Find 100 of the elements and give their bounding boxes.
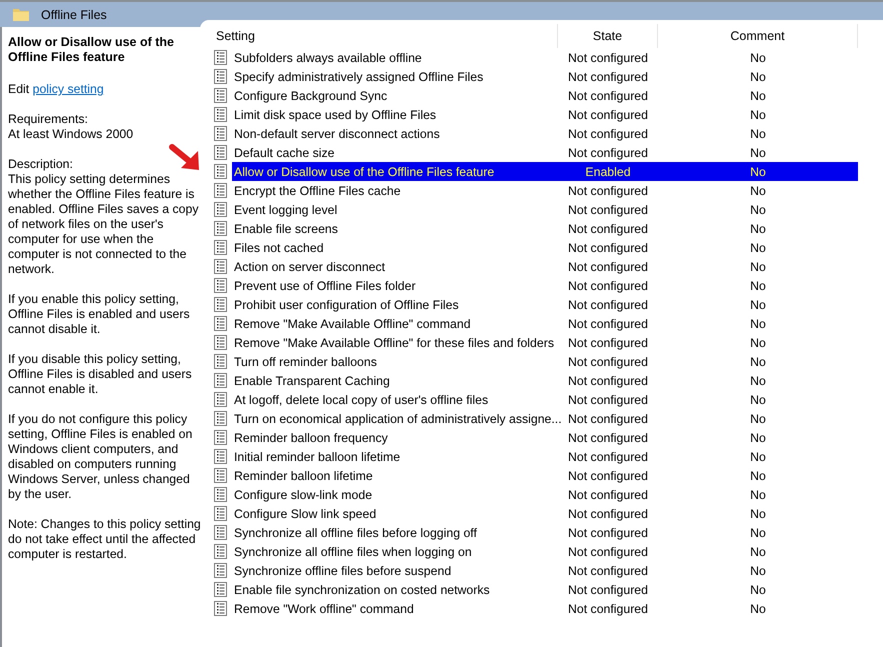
setting-name: Remove "Make Available Offline" for these files and folders xyxy=(233,336,555,350)
settings-row[interactable]: Enable file synchronization on costed networks Not configured No xyxy=(232,580,858,599)
comment-cell-text: No xyxy=(749,526,767,540)
setting-name: Reminder balloon lifetime xyxy=(233,468,374,482)
comment-cell-text: No xyxy=(749,412,767,426)
setting-name: Allow or Disallow use of the Offline Files feature xyxy=(233,164,496,178)
policy-setting-link[interactable]: policy setting xyxy=(32,82,104,96)
policy-icon xyxy=(214,50,227,65)
comment-cell-text: No xyxy=(749,278,767,292)
settings-row[interactable]: Prohibit user configuration of Offline Files Not configured No xyxy=(232,295,858,314)
comment-cell-text: No xyxy=(749,392,767,406)
state-cell-text: Not configured xyxy=(567,468,649,482)
policy-icon xyxy=(214,221,227,236)
setting-name: Remove "Make Available Offline" command xyxy=(233,316,472,330)
state-cell-text: Not configured xyxy=(567,202,649,216)
policy-icon xyxy=(214,88,227,103)
setting-name: Synchronize all offline files before logging off xyxy=(233,526,478,540)
settings-row[interactable]: Synchronize offline files before suspend Not configured No xyxy=(232,561,858,580)
state-cell-text: Not configured xyxy=(567,582,649,596)
setting-name: Enable file synchronization on costed networks xyxy=(233,582,491,596)
column-header[interactable]: Comment xyxy=(658,24,858,48)
comment-cell-text: No xyxy=(749,336,767,350)
comment-cell-text: No xyxy=(749,450,767,464)
policy-icon xyxy=(214,183,227,198)
settings-row[interactable]: Remove "Work offline" command Not configured No xyxy=(232,599,858,618)
setting-name: Enable Transparent Caching xyxy=(233,374,391,388)
policy-icon xyxy=(214,544,227,559)
comment-cell-text: No xyxy=(749,164,767,178)
policy-icon xyxy=(214,69,227,84)
state-cell-text: Not configured xyxy=(567,298,649,312)
state-cell-text: Not configured xyxy=(567,526,649,540)
settings-row[interactable]: Configure Slow link speed Not configured No xyxy=(232,504,858,523)
settings-row[interactable]: Synchronize all offline files before logging off Not configured No xyxy=(232,523,858,542)
comment-cell-text: No xyxy=(749,468,767,482)
settings-row[interactable]: Enable Transparent Caching Not configured No xyxy=(232,371,858,390)
policy-icon xyxy=(214,430,227,445)
state-cell-text: Not configured xyxy=(567,544,649,558)
setting-name: Specify administratively assigned Offline Files xyxy=(233,70,484,84)
comment-cell-text: No xyxy=(749,108,767,122)
policy-icon xyxy=(214,335,227,350)
settings-row[interactable]: Non-default server disconnect actions Not configured No xyxy=(232,124,858,143)
settings-row[interactable]: Allow or Disallow use of the Offline Files feature Enabled No xyxy=(232,162,858,181)
comment-cell-text: No xyxy=(749,70,767,84)
policy-icon xyxy=(214,126,227,141)
settings-row[interactable]: Files not cached Not configured No xyxy=(232,238,858,257)
settings-row[interactable]: Reminder balloon frequency Not configured No xyxy=(232,428,858,447)
settings-row[interactable]: Enable file screens Not configured No xyxy=(232,219,858,238)
settings-row[interactable]: Action on server disconnect Not configured No xyxy=(232,257,858,276)
comment-cell-text: No xyxy=(749,260,767,274)
comment-cell-text: No xyxy=(749,506,767,520)
settings-row[interactable]: Configure Background Sync Not configured No xyxy=(232,86,858,105)
state-cell-text: Not configured xyxy=(567,88,649,102)
policy-icon xyxy=(214,316,227,331)
settings-row[interactable]: Turn on economical application of administratively assigne... Not configured No xyxy=(232,409,858,428)
state-cell-text: Not configured xyxy=(567,488,649,502)
comment-cell-text: No xyxy=(749,146,767,160)
state-cell-text: Not configured xyxy=(567,412,649,426)
setting-name: Action on server disconnect xyxy=(233,260,386,274)
policy-icon xyxy=(214,468,227,483)
setting-name: Synchronize all offline files when logging on xyxy=(233,544,473,558)
comment-cell-text: No xyxy=(749,50,767,64)
setting-name: Configure Slow link speed xyxy=(233,506,378,520)
comment-cell-text: No xyxy=(749,544,767,558)
state-cell-text: Not configured xyxy=(567,222,649,236)
settings-row[interactable]: Event logging level Not configured No xyxy=(232,200,858,219)
settings-row[interactable]: Remove "Make Available Offline" for these files and folders Not configured No xyxy=(232,333,858,352)
settings-row[interactable]: Limit disk space used by Offline Files Not configured No xyxy=(232,105,858,124)
settings-row[interactable]: Synchronize all offline files when logging on Not configured No xyxy=(232,542,858,561)
policy-icon xyxy=(214,354,227,369)
setting-name: Remove "Work offline" command xyxy=(233,602,415,616)
settings-row[interactable]: Specify administratively assigned Offline Files Not configured No xyxy=(232,67,858,86)
description-text: If you disable this policy setting, Offline Files is disabled and users cannot enable it. xyxy=(8,352,193,397)
setting-name: At logoff, delete local copy of user's offline files xyxy=(233,392,490,406)
comment-cell-text: No xyxy=(749,602,767,616)
comment-cell-text: No xyxy=(749,126,767,140)
policy-icon xyxy=(214,202,227,217)
comment-cell-text: No xyxy=(749,202,767,216)
settings-row[interactable]: Prevent use of Offline Files folder Not configured No xyxy=(232,276,858,295)
settings-row[interactable]: Subfolders always available offline Not configured No xyxy=(232,48,858,67)
settings-row[interactable]: Remove "Make Available Offline" command Not configured No xyxy=(232,314,858,333)
state-cell-text: Not configured xyxy=(567,374,649,388)
settings-row[interactable]: Configure slow-link mode Not configured No xyxy=(232,485,858,504)
window-title: Offline Files xyxy=(41,8,107,22)
settings-row[interactable]: Initial reminder balloon lifetime Not configured No xyxy=(232,447,858,466)
settings-row[interactable]: At logoff, delete local copy of user's offline files Not configured No xyxy=(232,390,858,409)
policy-icon xyxy=(214,278,227,293)
state-cell-text: Not configured xyxy=(567,354,649,368)
column-header[interactable]: Setting xyxy=(214,24,558,48)
state-cell-text: Not configured xyxy=(567,430,649,444)
setting-name: Configure Background Sync xyxy=(233,88,388,102)
settings-row[interactable]: Turn off reminder balloons Not configured No xyxy=(232,352,858,371)
policy-icon xyxy=(214,392,227,407)
settings-row[interactable]: Reminder balloon lifetime Not configured No xyxy=(232,466,858,485)
settings-row[interactable]: Encrypt the Offline Files cache Not configured No xyxy=(232,181,858,200)
policy-title: Allow or Disallow use of the Offline Files feature xyxy=(8,35,175,65)
column-header[interactable]: State xyxy=(558,24,658,48)
setting-name: Subfolders always available offline xyxy=(233,50,423,64)
comment-cell-text: No xyxy=(749,582,767,596)
settings-row[interactable]: Default cache size Not configured No xyxy=(232,143,858,162)
policy-icon xyxy=(214,297,227,312)
